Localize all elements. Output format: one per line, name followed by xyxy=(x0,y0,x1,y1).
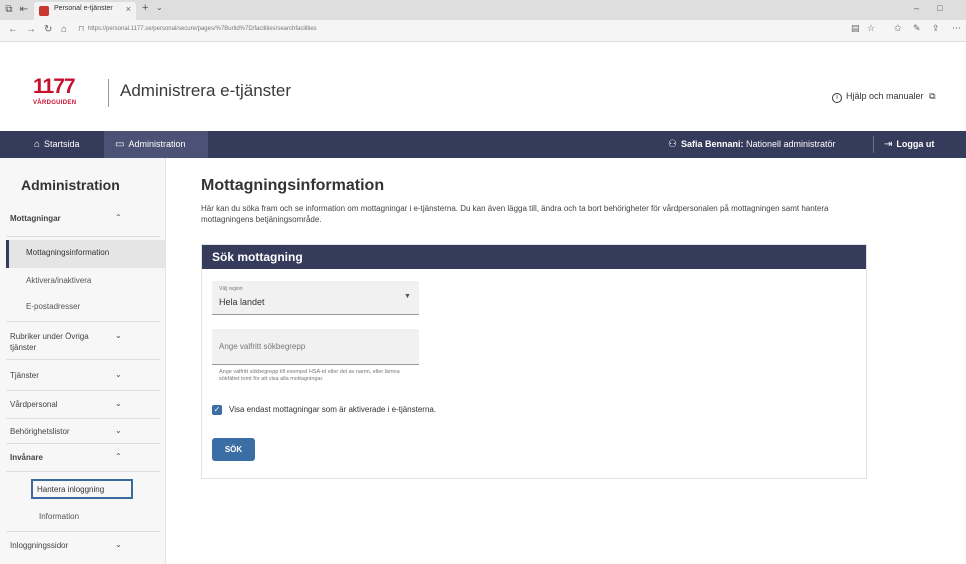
help-link-label: Hjälp och manualer xyxy=(846,91,924,101)
url-field[interactable]: ⊓ https://personal.1177.se/personal/secu… xyxy=(78,24,908,38)
sidebar-item-epost[interactable]: E-postadresser xyxy=(26,302,80,311)
logout-icon: ⇥ xyxy=(884,139,893,150)
search-card-header: Sök mottagning xyxy=(202,245,866,269)
page-description: Här kan du söka fram och se information … xyxy=(201,204,829,224)
logo-number: 1177 xyxy=(33,75,76,98)
chevron-down-icon: ⌄ xyxy=(115,370,122,379)
caret-down-icon: ▼ xyxy=(404,293,411,300)
favorites-bar-icon[interactable]: ✩ xyxy=(894,23,902,34)
tabs-aside-icon[interactable]: ⇤ xyxy=(18,4,30,16)
chevron-down-icon: ⌄ xyxy=(115,426,122,435)
region-select-value: Hela landet xyxy=(219,297,265,307)
top-nav: ⌂ Startsida ▭ Administration ⚇ Safia Bennan… xyxy=(0,131,966,158)
browser-tab-title: Personal e-tjänster xyxy=(54,5,113,12)
favicon-icon xyxy=(39,6,49,16)
search-button[interactable]: SÖK xyxy=(212,438,255,461)
logout-label: Logga ut xyxy=(896,139,935,149)
back-icon[interactable]: ← xyxy=(8,24,18,35)
search-input[interactable] xyxy=(212,329,419,365)
browser-address-bar: ← → ↻ ⌂ ⊓ https://personal.1177.se/perso… xyxy=(0,20,966,42)
header-divider xyxy=(108,79,109,107)
sidebar-item-label: Mottagningar xyxy=(10,214,61,223)
home-icon[interactable]: ⌂ xyxy=(61,24,67,35)
sidebar-divider xyxy=(6,471,160,472)
chevron-down-icon: ⌄ xyxy=(115,540,122,549)
refresh-icon[interactable]: ↻ xyxy=(44,24,52,35)
sidebar-item-hantera-inloggning[interactable]: Hantera inloggning xyxy=(37,485,104,494)
chevron-down-icon: ⌄ xyxy=(115,399,122,408)
close-tab-icon[interactable]: × xyxy=(126,4,131,14)
sidebar-divider xyxy=(6,418,160,419)
sidebar-title: Administration xyxy=(21,177,120,193)
url-text: https://personal.1177.se/personal/secure… xyxy=(88,26,317,32)
forward-icon[interactable]: → xyxy=(26,24,36,35)
minimize-icon[interactable]: – xyxy=(914,3,919,13)
user-info[interactable]: ⚇ Safia Bennani: Nationell administratör xyxy=(668,131,868,158)
sidebar-item-label: Rubriker under Övriga tjänster xyxy=(10,332,89,352)
active-only-checkbox-label: Visa endast mottagningar som är aktivera… xyxy=(229,405,437,414)
user-icon: ⚇ xyxy=(668,139,677,150)
more-icon[interactable]: ⋯ xyxy=(952,23,961,34)
maximize-icon[interactable]: □ xyxy=(937,3,942,13)
pen-icon[interactable]: ✎ xyxy=(913,23,921,34)
user-role: Nationell administratör xyxy=(746,139,836,149)
sidebar-divider xyxy=(6,443,160,444)
sidebar-divider xyxy=(6,236,160,237)
search-hint: Ange valfritt sökbegrepp till exempel HS… xyxy=(219,369,400,382)
sidebar-divider xyxy=(6,531,160,532)
tab-menu-chevron-icon[interactable]: ⌄ xyxy=(156,3,163,12)
active-only-checkbox[interactable]: ✓ xyxy=(212,405,222,415)
browser-tab[interactable]: Personal e-tjänster × xyxy=(34,2,136,20)
nav-separator xyxy=(873,136,874,153)
lock-icon: ⊓ xyxy=(78,24,85,33)
sidebar-divider xyxy=(6,321,160,322)
nav-administration-label: Administration xyxy=(128,139,186,149)
nav-startsida[interactable]: ⌂ Startsida xyxy=(0,131,104,158)
sidebar-item-mottagningsinformation[interactable]: Mottagningsinformation xyxy=(26,248,109,257)
chevron-down-icon: ⌄ xyxy=(115,331,122,340)
sidebar-divider xyxy=(6,390,160,391)
monitor-icon: ▭ xyxy=(115,139,125,150)
share-icon[interactable]: ⇪ xyxy=(932,23,940,34)
tab-actions-icon[interactable]: ⧉ xyxy=(3,4,15,16)
sidebar-divider xyxy=(6,359,160,360)
sidebar-item-aktivera[interactable]: Aktivera/inaktivera xyxy=(26,276,91,285)
sidebar-item-label: Vårdpersonal xyxy=(10,400,58,409)
region-select-label: Välj region xyxy=(219,286,243,292)
nav-startsida-label: Startsida xyxy=(44,139,80,149)
info-icon: i xyxy=(832,93,842,103)
nav-administration[interactable]: ▭ Administration xyxy=(104,131,208,158)
logo-1177[interactable]: 1177 VÅRDGUIDEN xyxy=(33,75,103,107)
browser-tab-bar: ⧉ ⇤ Personal e-tjänster × + ⌄ – □ xyxy=(0,0,966,20)
chevron-up-icon: ⌃ xyxy=(115,213,122,222)
logout-button[interactable]: ⇥ Logga ut xyxy=(884,131,964,158)
sidebar-item-label: Invånare xyxy=(10,453,43,462)
search-card-title: Sök mottagning xyxy=(212,250,303,264)
chevron-up-icon: ⌃ xyxy=(115,452,122,461)
sidebar-item-label: Behörighetslistor xyxy=(10,427,70,436)
help-link[interactable]: i Hjälp och manualer ⧉ xyxy=(832,91,936,103)
site-title: Administrera e-tjänster xyxy=(120,81,292,100)
search-card: Sök mottagning Välj region Hela landet ▼… xyxy=(201,244,867,479)
favorite-star-icon[interactable]: ☆ xyxy=(867,23,875,34)
region-select[interactable]: Välj region Hela landet ▼ xyxy=(212,281,419,315)
logo-subtitle: VÅRDGUIDEN xyxy=(33,100,77,106)
page-title: Mottagningsinformation xyxy=(201,177,385,194)
sidebar-item-information[interactable]: Information xyxy=(39,512,79,521)
external-link-icon: ⧉ xyxy=(929,91,936,101)
sidebar-item-label: Inloggningssidor xyxy=(10,541,69,550)
sidebar-item-label: Tjänster xyxy=(10,371,39,380)
new-tab-icon[interactable]: + xyxy=(142,2,148,14)
user-name: Safia Bennani: xyxy=(680,139,744,149)
house-icon: ⌂ xyxy=(34,139,41,150)
reading-view-icon[interactable]: ▤ xyxy=(851,23,860,34)
